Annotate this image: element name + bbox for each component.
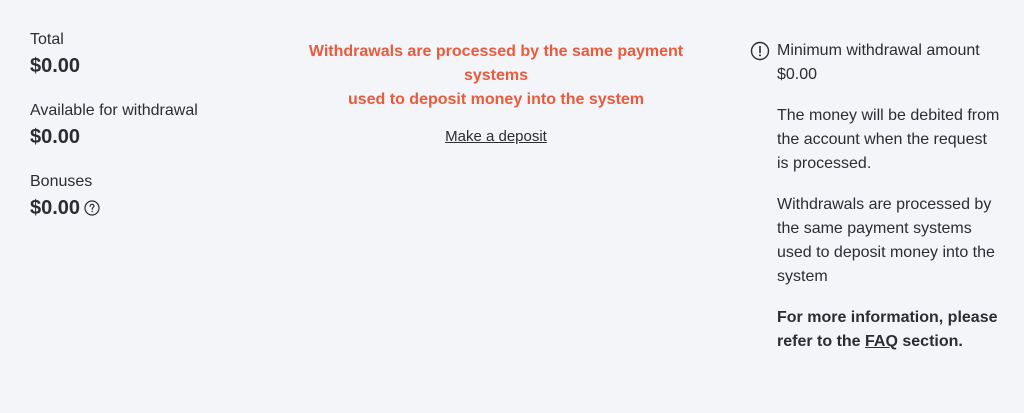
payment-notice: Withdrawals are processed by the same pa…	[290, 40, 702, 146]
more-info-suffix: section.	[902, 333, 963, 350]
total-label: Total	[30, 31, 64, 48]
exclamation-circle-icon	[750, 41, 770, 61]
processing-note: Withdrawals are processed by the same pa…	[777, 196, 995, 285]
total-amount: $0.00	[30, 55, 81, 77]
faq-link[interactable]: FAQ	[865, 333, 898, 350]
info-row: Minimum withdrawal amount $0.00 The mone…	[750, 39, 1000, 371]
debit-note: The money will be debited from the accou…	[777, 107, 1000, 172]
info-body: Minimum withdrawal amount $0.00 The mone…	[777, 39, 1000, 371]
withdrawal-info: Minimum withdrawal amount $0.00 The mone…	[750, 39, 1000, 371]
bonuses-value: $0.00	[30, 195, 260, 221]
notice-line-2: used to deposit money into the system	[347, 91, 645, 108]
available-value: $0.00	[30, 124, 260, 150]
balances-panel: Total $0.00 Available for withdrawal $0.…	[30, 30, 260, 243]
make-deposit-link[interactable]: Make a deposit	[445, 128, 547, 146]
available-amount: $0.00	[30, 126, 81, 148]
total-balance: Total $0.00	[30, 30, 260, 79]
question-circle-icon[interactable]	[84, 200, 100, 216]
min-withdrawal-text: Minimum withdrawal amount $0.00	[777, 42, 980, 83]
bonuses-amount: $0.00	[30, 197, 81, 219]
bonuses-label: Bonuses	[30, 173, 93, 190]
bonuses-balance: Bonuses $0.00	[30, 172, 260, 221]
total-value: $0.00	[30, 53, 260, 79]
more-info-text: For more information, please refer to th…	[777, 306, 1000, 354]
available-balance: Available for withdrawal $0.00	[30, 101, 260, 150]
notice-line-1: Withdrawals are processed by the same pa…	[308, 43, 684, 84]
withdrawal-page: Total $0.00 Available for withdrawal $0.…	[0, 0, 1024, 413]
available-label: Available for withdrawal	[30, 102, 198, 119]
